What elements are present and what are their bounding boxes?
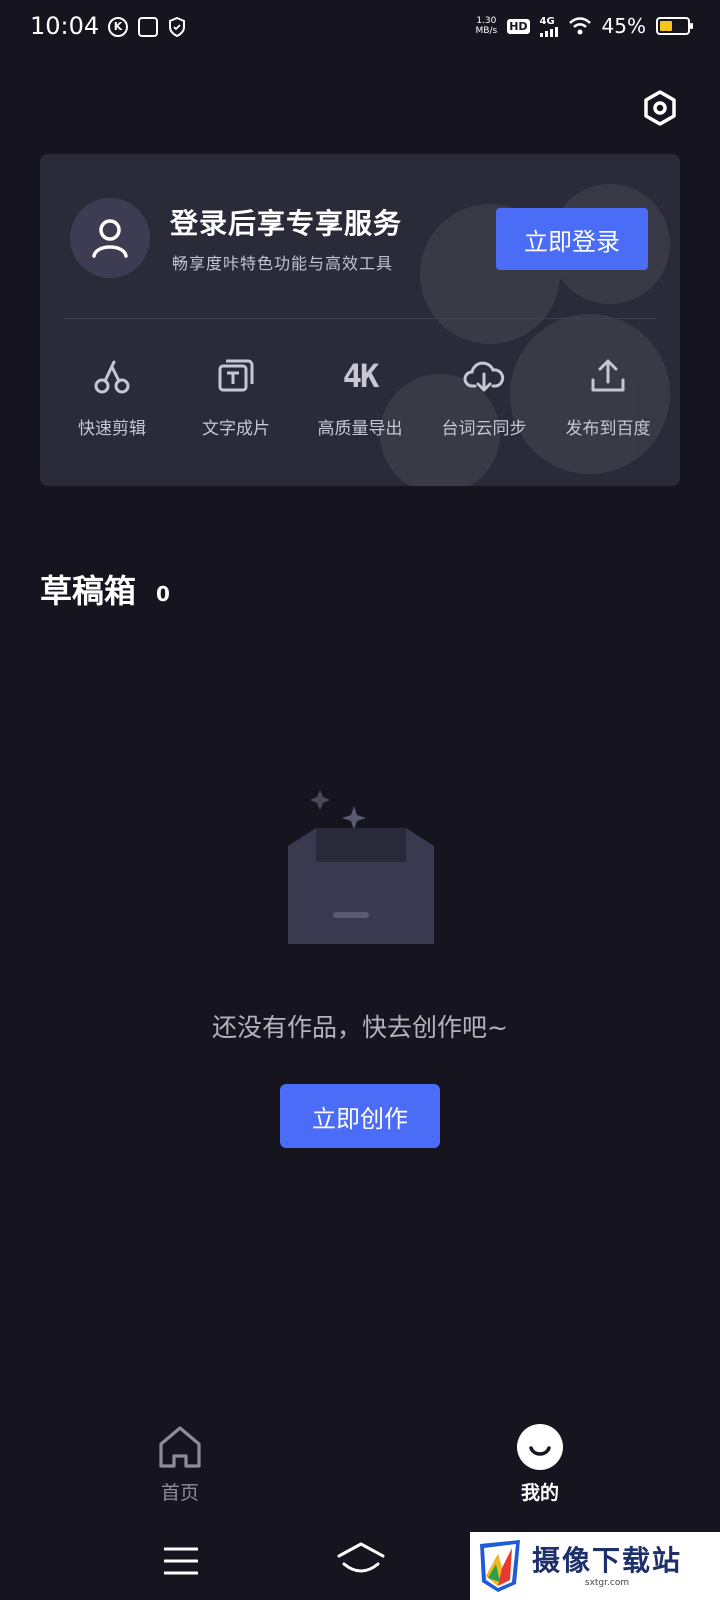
home-icon — [159, 1426, 201, 1468]
shield-icon — [169, 17, 185, 37]
battery-icon — [656, 17, 693, 35]
tab-home[interactable]: 首页 — [120, 1424, 240, 1505]
home-nav-icon[interactable] — [336, 1540, 386, 1580]
status-notification-icons: K — [108, 17, 186, 37]
create-button[interactable]: 立即创作 — [280, 1084, 440, 1148]
menu-icon[interactable] — [164, 1546, 198, 1576]
feature-publish-baidu[interactable]: 发布到百度 — [548, 354, 668, 439]
feature-text-to-video[interactable]: 文字成片 — [176, 354, 296, 439]
battery-level-fill — [660, 21, 672, 31]
avatar[interactable] — [70, 198, 150, 278]
upload-icon — [591, 359, 625, 392]
empty-state-text: 还没有作品，快去创作吧~ — [212, 1013, 508, 1042]
text-to-video-icon — [218, 359, 254, 392]
feature-label: 文字成片 — [202, 419, 270, 439]
empty-box-icon — [288, 790, 434, 944]
battery-percent: 45% — [601, 14, 646, 38]
watermark: 摄像下载站 sxtgr.com — [470, 1532, 720, 1600]
divider — [64, 318, 656, 319]
drafts-count: 0 — [156, 582, 170, 606]
login-subtitle: 畅享度咔特色功能与高效工具 — [172, 254, 394, 273]
login-card: 登录后享专享服务 畅享度咔特色功能与高效工具 立即登录 快速剪辑 文字成片 4K… — [40, 154, 680, 486]
status-time: 10:04 — [30, 12, 100, 40]
settings-hex-icon[interactable] — [640, 88, 680, 128]
feature-list: 快速剪辑 文字成片 4K 高质量导出 台词云同步 发布到百度 — [40, 354, 680, 439]
wifi-icon — [568, 17, 591, 35]
hd-voice-icon: HD — [507, 18, 530, 34]
watermark-logo-icon — [480, 1540, 520, 1592]
cloud-sync-icon — [463, 361, 505, 392]
login-title: 登录后享专享服务 — [170, 207, 403, 240]
network-speed: 1.30 MB/s — [475, 16, 498, 36]
scissors-icon — [94, 360, 130, 394]
feature-label: 高质量导出 — [317, 419, 403, 439]
feature-label: 台词云同步 — [441, 419, 527, 439]
tab-label: 首页 — [160, 1482, 199, 1504]
status-bar: 10:04 K 1.30 MB/s HD 4G 45% — [0, 0, 720, 60]
tab-label: 我的 — [520, 1482, 559, 1504]
4k-icon: 4K — [342, 357, 380, 395]
smile-profile-icon — [517, 1424, 563, 1470]
feature-hq-export[interactable]: 4K 高质量导出 — [300, 354, 420, 439]
user-icon — [92, 219, 128, 258]
status-system-icons: 1.30 MB/s HD 4G 45% — [475, 14, 693, 38]
tab-mine[interactable]: 我的 — [480, 1424, 600, 1505]
profile-page: 10:04 K 1.30 MB/s HD 4G 45% 登录后享专享服务 畅享度… — [0, 0, 720, 1600]
watermark-title: 摄像下载站 — [532, 1544, 683, 1577]
feature-label: 发布到百度 — [565, 419, 651, 439]
signal-icon: 4G — [539, 16, 558, 37]
feature-quick-edit[interactable]: 快速剪辑 — [52, 354, 172, 439]
k-app-icon: K — [108, 17, 128, 37]
feature-cloud-sync[interactable]: 台词云同步 — [424, 354, 544, 439]
drafts-title: 草稿箱 — [40, 572, 137, 610]
scissor-app-icon — [138, 17, 158, 37]
login-button[interactable]: 立即登录 — [496, 208, 648, 270]
feature-label: 快速剪辑 — [78, 419, 146, 439]
watermark-url: sxtgr.com — [584, 1578, 630, 1588]
